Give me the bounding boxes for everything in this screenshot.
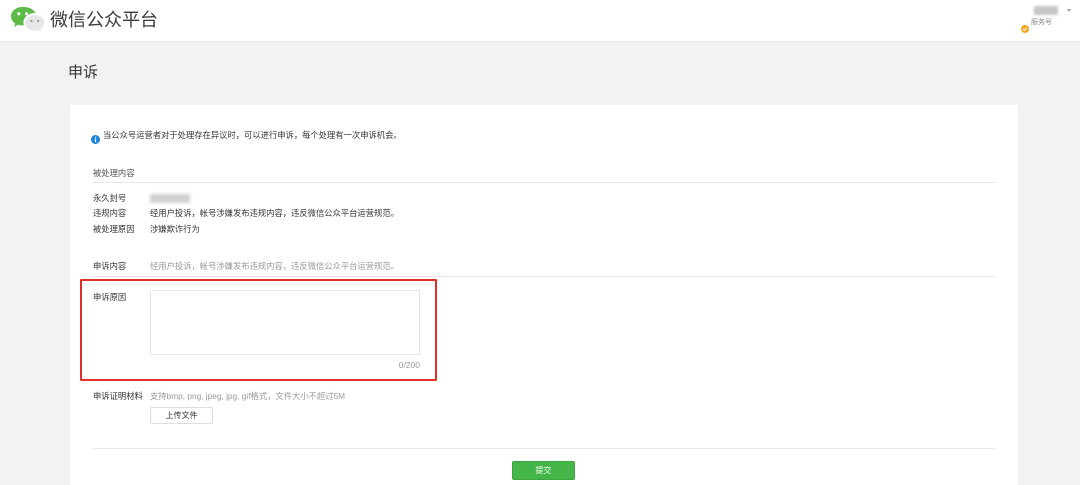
section-title-processed: 被处理内容 [93,168,135,178]
appeal-content-label: 申诉内容 [93,261,127,271]
submit-button[interactable]: 提交 [512,461,575,480]
info-icon [91,131,100,144]
chevron-down-icon[interactable] [1067,9,1071,12]
char-counter: 0/200 [398,360,420,370]
verified-icon [1021,20,1029,33]
row-label: 被处理原因 [93,224,135,234]
notice-text: 当公众号运营者对于处理存在异议时，可以进行申诉，每个处理有一次申诉机会。 [103,130,402,140]
row-value: 涉嫌欺诈行为 [150,224,200,234]
upload-file-button[interactable]: 上传文件 [150,407,213,424]
account-type-label: 服务号 [1031,19,1052,26]
page-title: 申诉 [68,64,99,81]
appeal-page: 微信公众平台 服务号 申诉 当公众号运营者对于处理存在异议时，可以进行申诉，每个… [0,0,1080,485]
appeal-reason-label: 申诉原因 [93,292,127,302]
avatar[interactable] [1034,6,1058,15]
account-menu[interactable]: 服务号 [1016,3,1076,33]
divider [93,276,995,277]
divider [93,448,995,449]
divider [93,182,995,183]
row-label: 永久封号 [93,193,127,203]
site-title[interactable]: 微信公众平台 [50,5,158,35]
redacted-value [150,194,190,203]
appeal-content-value: 经用户投诉，帐号涉嫌发布违规内容，违反微信公众平台运营规范。 [150,261,399,271]
appeal-reason-textarea[interactable] [150,290,420,355]
row-value: 经用户投诉，帐号涉嫌发布违规内容，违反微信公众平台运营规范。 [150,208,399,218]
row-label: 违规内容 [93,208,127,218]
evidence-label: 申诉证明材料 [93,391,143,401]
wechat-logo-icon[interactable] [10,5,45,33]
evidence-hint: 支持bmp, png, jpeg, jpg, gif格式，文件大小不超过5M [150,391,346,401]
top-header: 微信公众平台 服务号 [0,0,1080,42]
